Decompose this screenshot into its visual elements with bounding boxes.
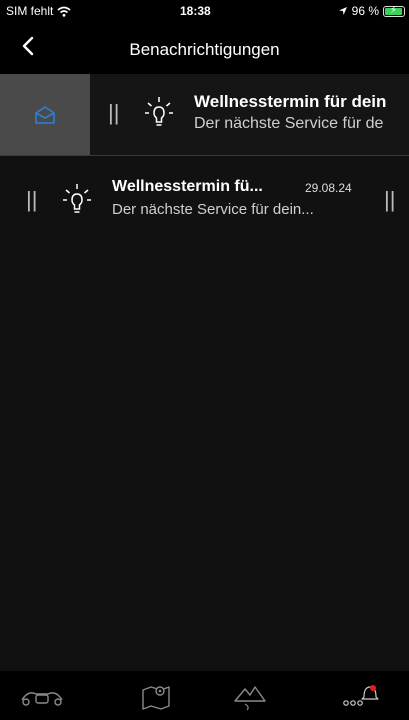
tab-bar	[0, 671, 409, 720]
divider	[0, 155, 409, 156]
battery-percent: 96 %	[351, 4, 379, 18]
tab-more[interactable]	[330, 671, 390, 720]
lightbulb-icon	[63, 184, 91, 213]
notification-row-swiped[interactable]: || Wellnesstermin für dein Der nächste S…	[0, 74, 409, 155]
drag-handle-icon[interactable]: ||	[384, 187, 395, 213]
notification-title: Wellnesstermin fü...	[112, 178, 263, 195]
status-bar: SIM fehlt 18:38 96 % ⚡	[0, 0, 409, 24]
map-icon	[142, 685, 170, 710]
notification-subtitle: Der nächste Service für de	[194, 115, 384, 132]
location-arrow-icon	[338, 7, 347, 15]
status-right: 96 % ⚡	[338, 4, 405, 18]
carrier-label: SIM fehlt	[6, 4, 54, 18]
notification-date: 29.08.24	[305, 181, 352, 195]
navigation-bar: Benachrichtigungen	[0, 24, 409, 74]
mountain-icon	[234, 685, 266, 710]
notification-subtitle: Der nächste Service für dein...	[112, 201, 314, 218]
tab-scooter[interactable]	[12, 671, 72, 720]
wifi-icon	[57, 6, 71, 17]
lightbulb-icon	[145, 97, 173, 126]
tab-routes[interactable]	[220, 671, 280, 720]
battery-icon: ⚡	[383, 5, 405, 17]
notification-title: Wellnesstermin für dein	[194, 92, 387, 111]
notification-row[interactable]: || Wellnesstermin fü... 29.08.24 Der näc…	[0, 166, 409, 236]
notification-content[interactable]: || Wellnesstermin für dein Der nächste S…	[90, 74, 409, 155]
tab-map[interactable]	[126, 671, 186, 720]
scooter-icon	[21, 691, 63, 706]
more-notification-icon	[343, 684, 379, 706]
carrier-group: SIM fehlt	[6, 4, 71, 18]
drag-handle-icon[interactable]: ||	[108, 100, 119, 126]
drag-handle-icon[interactable]: ||	[26, 187, 37, 213]
status-time: 18:38	[180, 4, 211, 18]
envelope-open-icon	[35, 105, 55, 124]
page-title: Benachrichtigungen	[129, 40, 280, 59]
mark-read-action[interactable]	[0, 74, 90, 155]
